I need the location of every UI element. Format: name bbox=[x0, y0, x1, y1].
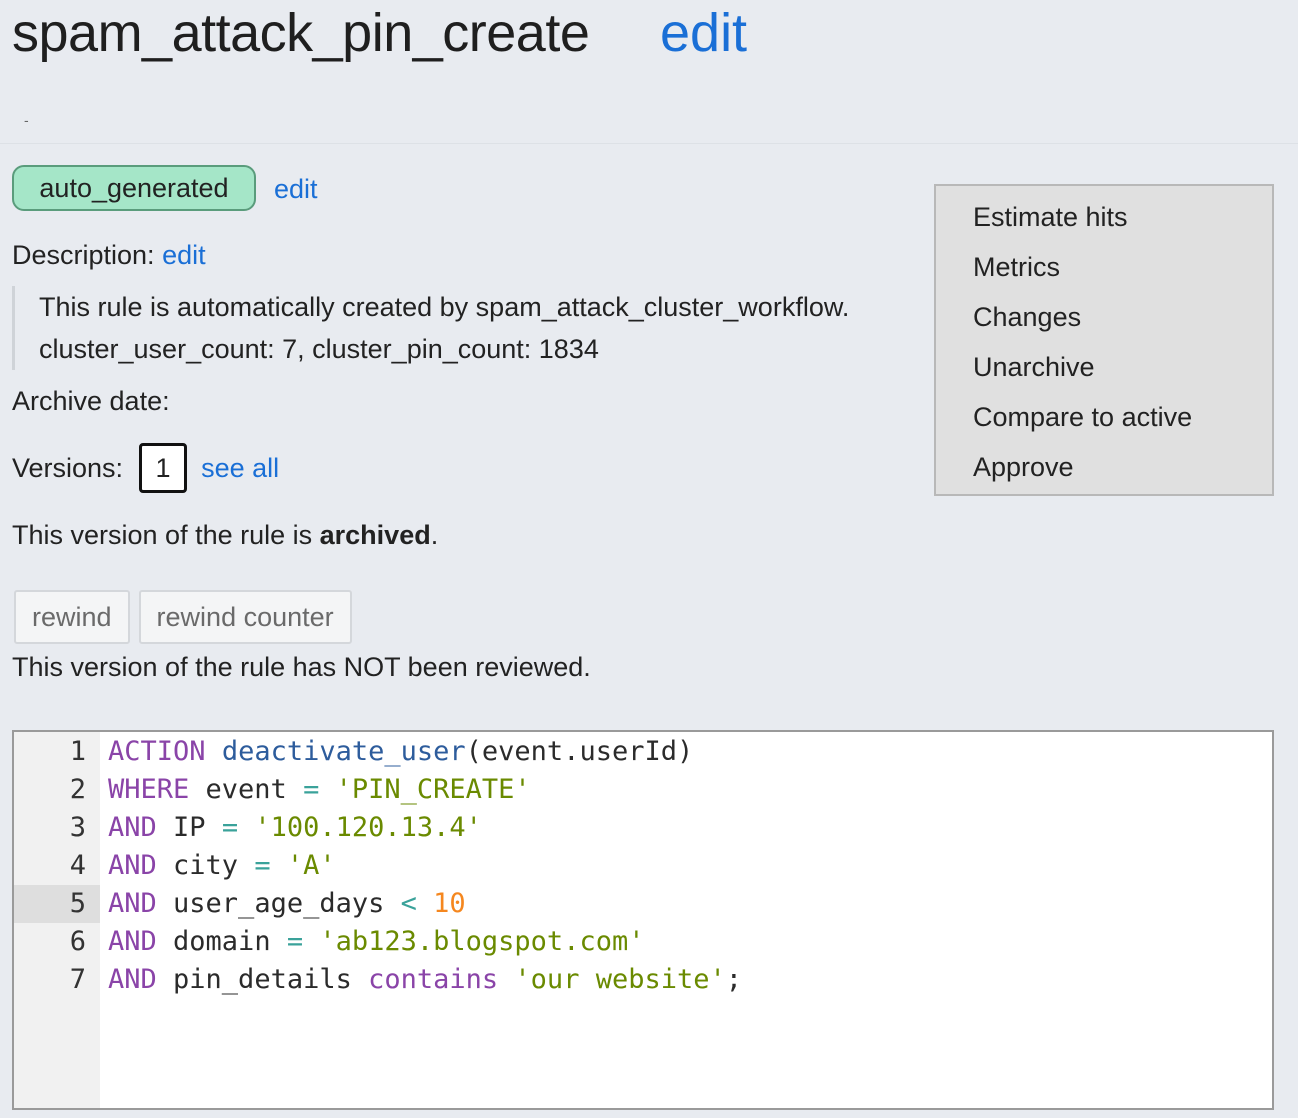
code-token: IP bbox=[156, 812, 222, 843]
menu-item-unarchive[interactable]: Unarchive bbox=[936, 348, 1272, 398]
code-line: WHERE event = 'PIN_CREATE' bbox=[108, 771, 1272, 809]
code-token: domain bbox=[156, 926, 287, 957]
code-token: ACTION bbox=[108, 736, 206, 767]
code-line: AND IP = '100.120.13.4' bbox=[108, 809, 1272, 847]
code-token: 10 bbox=[433, 888, 466, 919]
menu-item-estimate-hits[interactable]: Estimate hits bbox=[936, 198, 1272, 248]
status-suffix: . bbox=[430, 520, 439, 550]
code-token: deactivate_user bbox=[221, 736, 466, 767]
code-token: = bbox=[221, 812, 239, 843]
code-line: AND domain = 'ab123.blogspot.com' bbox=[108, 923, 1272, 961]
versions-label: Versions: bbox=[12, 452, 124, 483]
rewind-button[interactable]: rewind bbox=[14, 590, 130, 644]
page-header: spam_attack_pin_create edit - bbox=[0, 0, 1298, 144]
code-token: 'ab123.blogspot.com' bbox=[319, 926, 645, 957]
line-number: 3 bbox=[69, 812, 86, 843]
code-token: pin_details bbox=[156, 964, 369, 995]
code-token: 'our website' bbox=[514, 964, 726, 995]
code-line: AND user_age_days < 10 bbox=[108, 885, 1272, 923]
page-title: spam_attack_pin_create bbox=[12, 3, 590, 63]
code-token: event bbox=[189, 774, 304, 805]
line-number: 1 bbox=[69, 736, 86, 767]
description-line: This rule is automatically created by sp… bbox=[39, 292, 850, 322]
see-all-versions-link[interactable]: see all bbox=[201, 453, 279, 484]
line-number: 4 bbox=[69, 850, 86, 881]
review-status: This version of the rule has NOT been re… bbox=[12, 652, 591, 682]
rewind-buttons: rewind rewind counter bbox=[14, 590, 352, 644]
code-token: = bbox=[254, 850, 271, 881]
rule-detail-panel: auto_generated edit Description: edit Th… bbox=[0, 144, 1298, 1118]
code-token: AND bbox=[108, 964, 157, 995]
code-token: 'PIN_CREATE' bbox=[335, 774, 531, 805]
status-state: archived bbox=[319, 520, 431, 550]
code-token: AND bbox=[108, 926, 157, 957]
versions-row: Versions: 1 see all bbox=[12, 440, 279, 496]
status-prefix: This version of the rule is bbox=[12, 520, 320, 550]
description-line: cluster_user_count: 7, cluster_pin_count… bbox=[39, 334, 599, 364]
menu-item-metrics[interactable]: Metrics bbox=[936, 248, 1272, 298]
description-edit-link[interactable]: edit bbox=[162, 240, 206, 270]
code-token: AND bbox=[108, 812, 157, 843]
menu-item-compare-to-active[interactable]: Compare to active bbox=[936, 398, 1272, 448]
code-token: 'A' bbox=[286, 850, 336, 881]
title-edit-link[interactable]: edit bbox=[660, 2, 747, 64]
code-token: = bbox=[303, 774, 320, 805]
menu-item-changes[interactable]: Changes bbox=[936, 298, 1272, 348]
description-quote: This rule is automatically created by sp… bbox=[12, 286, 849, 370]
subtitle-dash: - bbox=[24, 112, 29, 128]
code-token: WHERE bbox=[108, 774, 190, 805]
tag-edit-link[interactable]: edit bbox=[274, 174, 318, 205]
menu-item-approve[interactable]: Approve bbox=[936, 448, 1272, 498]
description-label: Description: bbox=[12, 240, 155, 270]
version-status: This version of the rule is archived. bbox=[12, 520, 438, 551]
description-row: Description: edit bbox=[12, 240, 206, 271]
code-editor[interactable]: 1 2 3 4 56 7 ACTION deactivate_user(event.use… bbox=[12, 730, 1274, 1110]
line-number: 7 bbox=[69, 964, 86, 995]
code-content[interactable]: ACTION deactivate_user(event.userId) WHER… bbox=[100, 732, 1272, 1108]
code-token: = bbox=[286, 926, 304, 957]
line-number-gutter: 1 2 3 4 56 7 bbox=[14, 732, 100, 1108]
line-number: 2 bbox=[69, 774, 86, 805]
line-number: 6 bbox=[69, 926, 86, 957]
archive-date-label: Archive date: bbox=[12, 386, 170, 416]
code-token: (event.userId) bbox=[465, 736, 694, 767]
code-token: < bbox=[400, 888, 417, 919]
code-token: user_age_days bbox=[156, 888, 401, 919]
code-line: AND pin_details contains 'our website'; bbox=[108, 961, 1272, 999]
code-token: ; bbox=[725, 964, 743, 995]
line-number: 5 bbox=[14, 885, 100, 923]
code-line: AND city = 'A' bbox=[108, 847, 1272, 885]
version-selector[interactable]: 1 bbox=[139, 443, 188, 493]
rewind-counter-button[interactable]: rewind counter bbox=[138, 590, 352, 644]
code-token: '100.120.13.4' bbox=[254, 812, 482, 843]
code-token: contains bbox=[368, 964, 499, 995]
code-token: city bbox=[156, 850, 255, 881]
actions-menu: Estimate hits Metrics Changes Unarchive … bbox=[934, 184, 1274, 496]
code-line: ACTION deactivate_user(event.userId) bbox=[108, 733, 1272, 771]
code-token: AND bbox=[108, 888, 157, 919]
code-token: AND bbox=[108, 850, 157, 881]
tag-badge: auto_generated bbox=[12, 165, 256, 211]
